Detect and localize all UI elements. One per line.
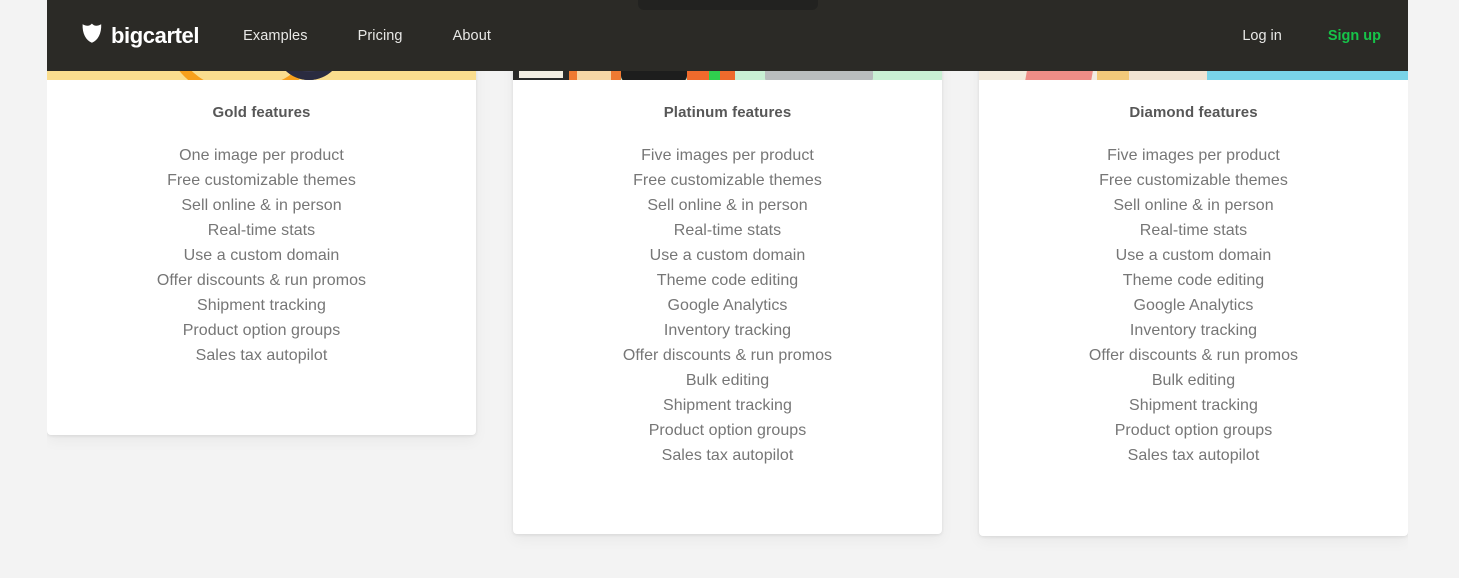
nav-link-pricing[interactable]: Pricing [358, 28, 403, 44]
list-item: Sales tax autopilot [661, 447, 794, 464]
list-item: Google Analytics [667, 297, 788, 314]
list-item: Use a custom domain [1115, 247, 1272, 264]
list-item: Sell online & in person [1113, 197, 1274, 214]
list-item: Free customizable themes [1099, 172, 1288, 189]
site-canvas: Gold features One image per product Free… [47, 0, 1408, 578]
nav-scrolled-plate [638, 0, 818, 10]
list-item: Google Analytics [1133, 297, 1254, 314]
nav-link-examples[interactable]: Examples [243, 28, 307, 44]
gold-card-body: Gold features One image per product Free… [47, 80, 476, 394]
plan-card-diamond[interactable]: Diamond features Five images per product… [979, 0, 1408, 536]
list-item: Offer discounts & run promos [622, 347, 833, 364]
list-item: Inventory tracking [663, 322, 792, 339]
bigcartel-shield-icon [80, 21, 104, 50]
list-item: Sell online & in person [647, 197, 808, 214]
list-item: Five images per product [641, 147, 814, 164]
nav-link-about[interactable]: About [453, 28, 491, 44]
list-item: Sell online & in person [181, 197, 342, 214]
bigcartel-wordmark: bigcartel [111, 22, 200, 48]
top-navigation-bar: bigcartel Examples Pricing About Log in … [47, 0, 1408, 71]
list-item: Real-time stats [1139, 222, 1248, 239]
page-root: Gold features One image per product Free… [0, 0, 1459, 578]
plan-feature-cards: Gold features One image per product Free… [47, 0, 1408, 578]
list-item: Theme code editing [1122, 272, 1265, 289]
bigcartel-logo-link[interactable]: bigcartel [80, 21, 200, 50]
platinum-card-body: Platinum features Five images per produc… [513, 80, 942, 494]
nav-left-group: bigcartel Examples Pricing About [80, 21, 491, 50]
list-item: Free customizable themes [633, 172, 822, 189]
card-title-gold: Gold features [212, 104, 311, 121]
list-item: Theme code editing [656, 272, 799, 289]
feature-list-gold: One image per product Free customizable … [65, 121, 458, 394]
list-item: Five images per product [1107, 147, 1280, 164]
list-item: Shipment tracking [1129, 397, 1258, 414]
card-title-diamond: Diamond features [1129, 104, 1258, 121]
list-item: Real-time stats [673, 222, 782, 239]
log-in-link[interactable]: Log in [1242, 28, 1282, 44]
nav-right-group: Log in Sign up [1242, 28, 1381, 44]
list-item: Sales tax autopilot [1127, 447, 1260, 464]
list-item: Use a custom domain [183, 247, 340, 264]
list-item: Product option groups [182, 322, 341, 339]
list-item: Bulk editing [1151, 372, 1236, 389]
feature-list-platinum: Five images per product Free customizabl… [531, 121, 924, 494]
list-item: Inventory tracking [1129, 322, 1258, 339]
list-item: Free customizable themes [167, 172, 356, 189]
list-item: Offer discounts & run promos [156, 272, 367, 289]
list-item: Product option groups [648, 422, 807, 439]
diamond-card-body: Diamond features Five images per product… [979, 80, 1408, 494]
list-item: Bulk editing [685, 372, 770, 389]
list-item: Sales tax autopilot [195, 347, 328, 364]
list-item: One image per product [179, 147, 344, 164]
feature-list-diamond: Five images per product Free customizabl… [997, 121, 1390, 494]
list-item: Real-time stats [207, 222, 316, 239]
sign-up-button[interactable]: Sign up [1328, 28, 1381, 44]
list-item: Product option groups [1114, 422, 1273, 439]
list-item: Shipment tracking [197, 297, 326, 314]
list-item: Offer discounts & run promos [1088, 347, 1299, 364]
list-item: Use a custom domain [649, 247, 806, 264]
plan-card-platinum[interactable]: Platinum features Five images per produc… [513, 0, 942, 534]
list-item: Shipment tracking [663, 397, 792, 414]
card-title-platinum: Platinum features [663, 104, 792, 121]
